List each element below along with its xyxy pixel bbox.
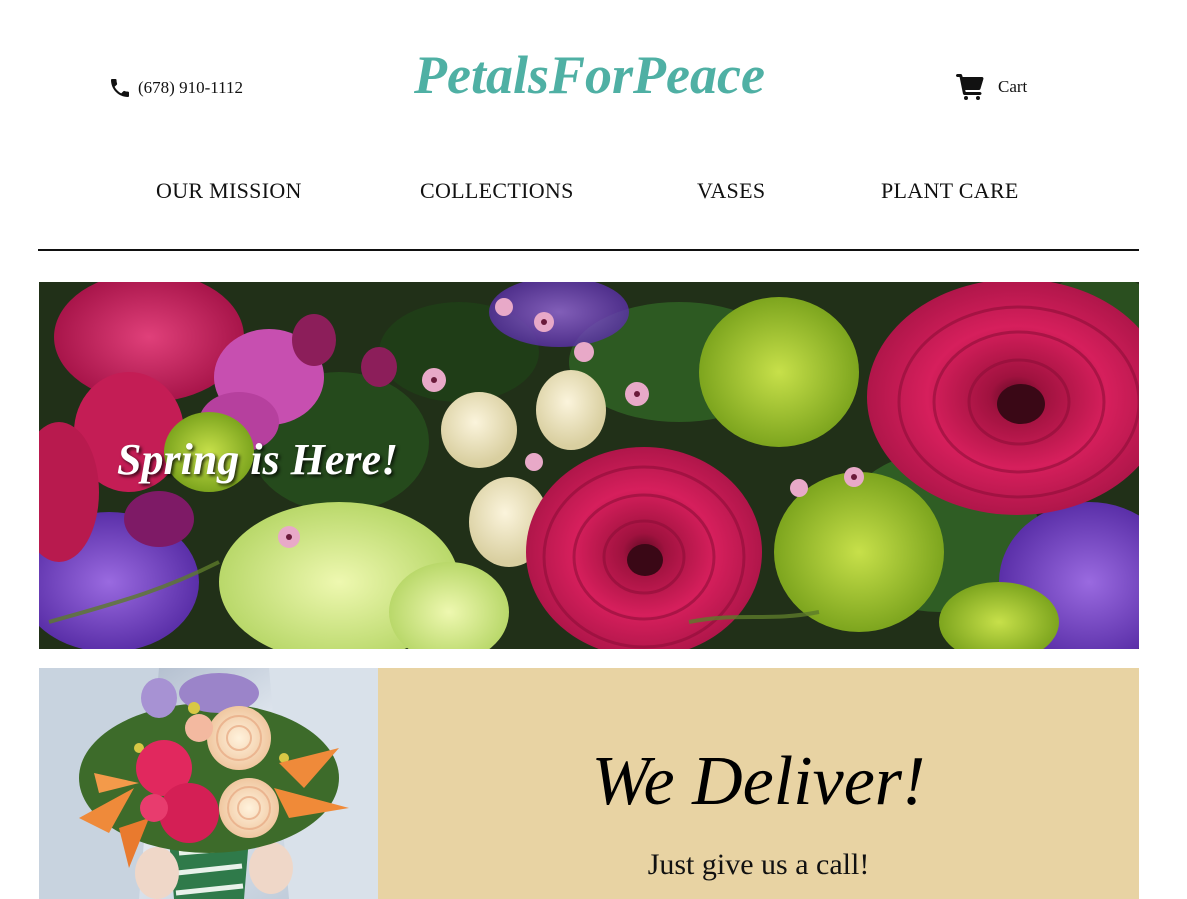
cart-link[interactable]: Cart (956, 74, 1027, 100)
nav-divider (38, 249, 1139, 251)
delivery-title: We Deliver! (591, 743, 926, 820)
delivery-subtitle: Just give us a call! (647, 848, 870, 881)
nav-item-plant-care[interactable]: PLANT CARE (881, 178, 1019, 204)
nav-item-vases[interactable]: VASES (697, 178, 765, 204)
nav-item-our-mission[interactable]: OUR MISSION (156, 178, 302, 204)
cart-label: Cart (998, 77, 1028, 96)
bouquet-image (39, 668, 378, 899)
bouquet-photo (39, 668, 378, 899)
main-nav: OUR MISSION COLLECTIONS VASES PLANT CARE (0, 178, 1187, 208)
delivery-panel: We Deliver! Just give us a call! (378, 668, 1139, 899)
hero-title: Spring is Here! (117, 435, 399, 484)
nav-item-collections[interactable]: COLLECTIONS (420, 178, 574, 204)
shopping-cart-icon (956, 74, 984, 100)
hero-banner: Spring is Here! (39, 282, 1139, 649)
page: (678) 910-1112 PetalsForPeace Cart OUR M… (0, 0, 1187, 899)
